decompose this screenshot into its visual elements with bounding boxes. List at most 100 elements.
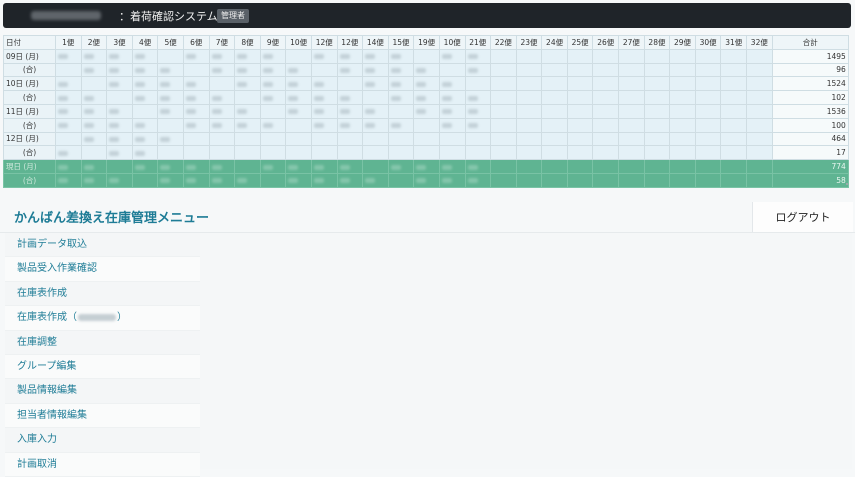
column-header-bin: 19便 (413, 35, 440, 50)
table-cell (694, 48, 722, 64)
table-cell (80, 159, 108, 174)
menu-item[interactable]: 製品受入作業確認 (5, 257, 200, 282)
menu-item[interactable]: 計画データ取込 (5, 233, 200, 258)
table-cell (310, 76, 338, 92)
table-cell (106, 103, 133, 119)
table-cell (336, 172, 364, 188)
table-cell (618, 172, 645, 188)
table-cell (106, 172, 133, 188)
table-cell (541, 172, 568, 188)
row-total: 1495 (771, 48, 849, 64)
redacted-text (78, 313, 116, 321)
redacted-value (237, 67, 248, 73)
table-cell (746, 172, 773, 188)
table-cell (285, 117, 312, 133)
menu-item[interactable]: 計画取消 (5, 452, 200, 477)
redacted-value (211, 54, 222, 60)
redacted-value (185, 164, 196, 170)
table-cell (490, 48, 517, 64)
logout-button[interactable]: ログアウト (752, 202, 853, 232)
table-cell (720, 117, 748, 133)
redacted-value (262, 54, 273, 60)
table-cell (285, 76, 312, 92)
column-header-bin: 4便 (131, 35, 159, 50)
menu-item[interactable]: 入庫入力 (5, 428, 200, 453)
table-cell (669, 76, 696, 92)
table-cell (234, 103, 261, 119)
table-cell (106, 48, 133, 64)
redacted-value (467, 164, 478, 170)
redacted-value (416, 67, 427, 73)
table-cell (413, 62, 440, 78)
table-cell (182, 131, 210, 147)
table-cell (80, 48, 108, 64)
row-date-label: (合) (3, 117, 56, 133)
redacted-value (134, 81, 145, 87)
table-cell (746, 159, 773, 174)
table-cell (669, 62, 696, 78)
table-cell (157, 90, 184, 105)
column-header-bin: 23便 (515, 35, 543, 50)
table-cell (746, 117, 773, 133)
column-header-bin: 26便 (592, 35, 620, 50)
menu-item[interactable]: 在庫調整 (5, 330, 200, 355)
redacted-value (467, 109, 478, 115)
table-cell (643, 117, 671, 133)
table-cell (515, 76, 543, 92)
table-cell (362, 159, 389, 174)
table-cell (234, 48, 261, 64)
redacted-value (211, 123, 222, 129)
table-cell (259, 159, 287, 174)
menu-item[interactable]: 在庫表作成（ ） (5, 306, 200, 331)
table-cell (131, 117, 159, 133)
table-cell (643, 48, 671, 64)
table-cell (80, 62, 108, 78)
table-cell (208, 48, 236, 64)
table-cell (259, 48, 287, 64)
table-cell (362, 131, 389, 147)
table-cell (720, 145, 748, 161)
redacted-value (262, 123, 273, 129)
table-cell (541, 117, 568, 133)
table-cell (669, 159, 696, 174)
table-cell (182, 117, 210, 133)
table-cell (182, 62, 210, 78)
menu-item-label: グループ編集 (17, 360, 77, 372)
redacted-value (339, 95, 350, 101)
redacted-value (83, 136, 94, 142)
table-cell (643, 90, 671, 105)
menu-item-label: 入庫入力 (17, 434, 57, 446)
menu-item[interactable]: 製品情報編集 (5, 379, 200, 404)
table-cell (643, 76, 671, 92)
redacted-value (262, 67, 273, 73)
table-cell (310, 145, 338, 161)
row-total: 58 (771, 172, 849, 188)
table-cell (285, 145, 312, 161)
table-cell (413, 145, 440, 161)
table-cell (259, 103, 287, 119)
redacted-value (160, 164, 171, 170)
menu-item[interactable]: グループ編集 (5, 354, 200, 380)
redacted-value (134, 95, 145, 101)
table-cell (208, 117, 236, 133)
redacted-value (441, 164, 452, 170)
table-cell (669, 103, 696, 119)
table-cell (80, 90, 108, 105)
table-cell (285, 48, 312, 64)
table-cell (234, 131, 261, 147)
table-cell (438, 159, 466, 174)
redacted-value (83, 54, 94, 60)
redacted-value (109, 81, 120, 87)
menu-item[interactable]: 在庫表作成 (5, 281, 200, 307)
table-cell (566, 76, 594, 92)
redacted-value (390, 95, 401, 101)
row-date-label: 12日 (月) (3, 131, 56, 147)
redacted-value (288, 67, 299, 73)
table-cell (157, 145, 184, 161)
redacted-value (313, 109, 324, 115)
redacted-value (58, 109, 68, 115)
menu-item[interactable]: 担当者情報編集 (5, 403, 200, 429)
table-cell (515, 145, 543, 161)
table-cell (55, 131, 82, 147)
table-cell (387, 62, 415, 78)
